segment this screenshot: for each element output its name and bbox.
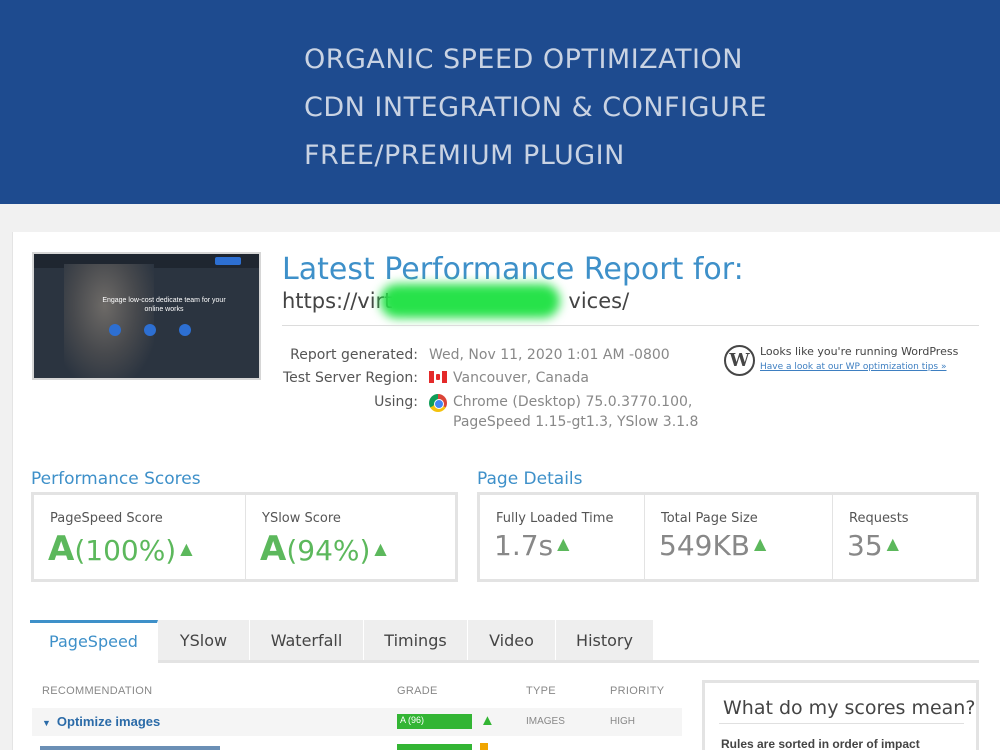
thumbnail-icon-2 bbox=[179, 324, 191, 336]
recommendation-title: Optimize images bbox=[56, 714, 161, 729]
chrome-icon bbox=[429, 394, 447, 412]
requests-label: Requests bbox=[849, 511, 909, 526]
recommendation-priority: HIGH bbox=[610, 716, 635, 727]
banner-line-cdn: CDN INTEGRATION & CONFIGURE bbox=[304, 92, 768, 123]
chevron-up-icon: ▲ bbox=[557, 534, 570, 553]
page-size-number: 549KB bbox=[659, 529, 751, 562]
chevron-up-icon: ▲ bbox=[180, 539, 193, 558]
recommendation-optimize-images[interactable]: ▼ Optimize images bbox=[42, 714, 160, 729]
wordpress-logo-icon: W bbox=[724, 345, 755, 376]
chevron-up-icon: ▲ bbox=[886, 534, 899, 553]
url-end: vices/ bbox=[568, 289, 630, 313]
pagespeed-score-label: PageSpeed Score bbox=[50, 511, 163, 526]
page-details-panel: Fully Loaded Time 1.7s ▲ Total Page Size … bbox=[477, 492, 979, 582]
thumbnail-headline: Engage low-cost dedicate team for your o… bbox=[102, 297, 226, 313]
requests-value: 35 ▲ bbox=[847, 529, 899, 562]
load-time-number: 1.7s bbox=[494, 529, 554, 562]
page-size-label: Total Page Size bbox=[661, 511, 758, 526]
region-label: Test Server Region: bbox=[282, 370, 418, 386]
column-header-type[interactable]: TYPE bbox=[526, 685, 556, 697]
canada-flag-icon bbox=[429, 371, 447, 383]
load-time-label: Fully Loaded Time bbox=[496, 511, 614, 526]
tab-history[interactable]: History bbox=[556, 620, 654, 662]
requests-cell: Requests 35 ▲ bbox=[832, 495, 976, 579]
load-time-cell: Fully Loaded Time 1.7s ▲ bbox=[480, 495, 644, 579]
using-value-browser: Chrome (Desktop) 75.0.3770.100, bbox=[453, 394, 693, 410]
pagespeed-percent: (100%) bbox=[74, 534, 177, 567]
performance-scores-panel: PageSpeed Score A(100%) ▲ YSlow Score A(9… bbox=[31, 492, 458, 582]
scores-help-subtitle: Rules are sorted in order of impact bbox=[721, 737, 920, 750]
generated-value: Wed, Nov 11, 2020 1:01 AM -0800 bbox=[429, 347, 670, 363]
tab-pagespeed[interactable]: PageSpeed bbox=[30, 620, 158, 662]
wp-optimization-tips-link[interactable]: Have a look at our WP optimization tips … bbox=[760, 362, 947, 372]
flag-leaf bbox=[436, 374, 440, 380]
scores-help-title: What do my scores mean? bbox=[723, 697, 976, 719]
tab-timings[interactable]: Timings bbox=[364, 620, 468, 662]
grade-bar: A (96) bbox=[397, 714, 472, 729]
next-recommendation-partial[interactable] bbox=[40, 746, 220, 750]
grade-bar-label: A (96) bbox=[400, 715, 425, 725]
chevron-up-icon: ▲ bbox=[754, 534, 767, 553]
scores-help-box: What do my scores mean? Rules are sorted… bbox=[702, 680, 979, 750]
column-header-recommendation[interactable]: RECOMMENDATION bbox=[42, 685, 152, 697]
promo-banner: ORGANIC SPEED OPTIMIZATION CDN INTEGRATI… bbox=[0, 0, 1000, 204]
banner-line-plugin: FREE/PREMIUM PLUGIN bbox=[304, 140, 625, 171]
yslow-percent: (94%) bbox=[286, 534, 371, 567]
column-header-grade[interactable]: GRADE bbox=[397, 685, 438, 697]
tab-video[interactable]: Video bbox=[468, 620, 556, 662]
generated-label: Report generated: bbox=[290, 347, 418, 363]
url-start: https://virt bbox=[282, 289, 393, 313]
next-grade-bar-partial bbox=[397, 744, 472, 750]
page-details-heading: Page Details bbox=[477, 469, 583, 489]
load-time-value: 1.7s ▲ bbox=[494, 529, 569, 562]
tab-waterfall[interactable]: Waterfall bbox=[250, 620, 364, 662]
yslow-grade: A bbox=[260, 529, 287, 569]
using-value-tools: PageSpeed 1.15-gt1.3, YSlow 3.1.8 bbox=[453, 414, 699, 430]
site-screenshot-thumbnail: Engage low-cost dedicate team for your o… bbox=[32, 252, 261, 380]
performance-scores-heading: Performance Scores bbox=[31, 469, 201, 489]
page-size-value: 549KB ▲ bbox=[659, 529, 766, 562]
thumbnail-nav-button bbox=[215, 257, 241, 265]
warning-icon bbox=[480, 743, 488, 750]
yslow-score-label: YSlow Score bbox=[262, 511, 341, 526]
report-title: Latest Performance Report for: bbox=[282, 252, 744, 287]
yslow-score-value: A(94%) ▲ bbox=[260, 529, 387, 569]
tab-yslow[interactable]: YSlow bbox=[158, 620, 250, 662]
thumbnail-icon-1 bbox=[144, 324, 156, 336]
pagespeed-score-cell: PageSpeed Score A(100%) ▲ bbox=[34, 495, 245, 579]
column-header-priority[interactable]: PRIORITY bbox=[610, 685, 664, 697]
pagespeed-score-value: A(100%) ▲ bbox=[48, 529, 193, 569]
title-divider bbox=[282, 325, 979, 326]
tabs-underline bbox=[158, 660, 979, 663]
yslow-score-cell: YSlow Score A(94%) ▲ bbox=[245, 495, 455, 579]
recommendation-type: IMAGES bbox=[526, 716, 565, 727]
wordpress-notice: Looks like you're running WordPress bbox=[760, 345, 959, 358]
thumbnail-icon-3 bbox=[109, 324, 121, 336]
url-redaction-blur bbox=[380, 284, 560, 318]
region-value: Vancouver, Canada bbox=[453, 370, 589, 386]
requests-number: 35 bbox=[847, 529, 883, 562]
chevron-up-icon: ▲ bbox=[480, 712, 495, 729]
thumbnail-footer-text bbox=[92, 350, 202, 364]
using-label: Using: bbox=[374, 394, 418, 410]
scores-help-divider bbox=[719, 723, 964, 724]
banner-line-speed: ORGANIC SPEED OPTIMIZATION bbox=[304, 44, 743, 75]
pagespeed-grade: A bbox=[48, 529, 75, 569]
page-size-cell: Total Page Size 549KB ▲ bbox=[644, 495, 832, 579]
chevron-up-icon: ▲ bbox=[374, 539, 387, 558]
caret-down-icon: ▼ bbox=[42, 718, 51, 728]
